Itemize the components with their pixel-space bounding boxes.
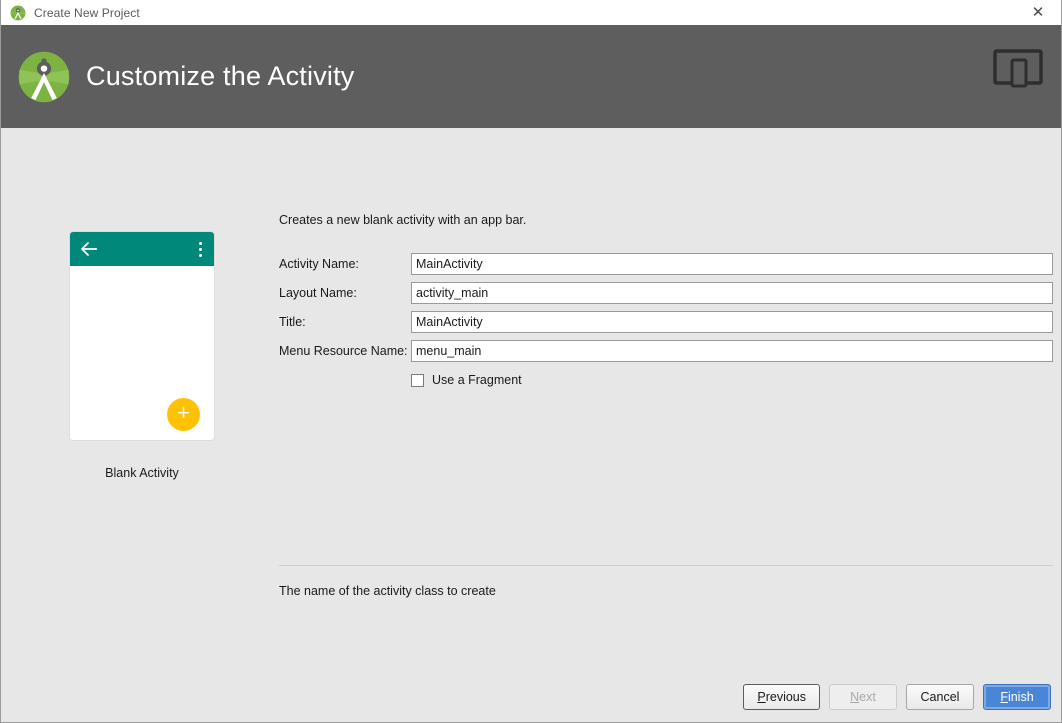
- next-mnemonic: N: [850, 690, 859, 704]
- android-studio-logo: [17, 50, 71, 104]
- previous-button[interactable]: Previous: [743, 684, 820, 710]
- layout-name-input[interactable]: [411, 282, 1053, 304]
- next-label-rest: ext: [859, 690, 876, 704]
- activity-template-label: Blank Activity: [70, 466, 214, 480]
- page-title: Customize the Activity: [86, 61, 355, 92]
- preview-appbar: [70, 232, 214, 266]
- use-fragment-label: Use a Fragment: [432, 373, 522, 387]
- plus-icon: +: [167, 398, 200, 431]
- finish-button[interactable]: Finish: [983, 684, 1051, 710]
- field-row-menu-resource-name: Menu Resource Name:: [279, 340, 1053, 362]
- activity-preview-card: +: [70, 232, 214, 440]
- fab-glyph: +: [176, 405, 190, 422]
- activity-name-label: Activity Name:: [279, 257, 411, 271]
- title-label: Title:: [279, 315, 411, 329]
- dialog-header: Customize the Activity: [1, 25, 1061, 128]
- window-titlebar: Create New Project ✕: [1, 0, 1061, 25]
- overflow-menu-icon: [199, 242, 203, 258]
- use-fragment-row[interactable]: Use a Fragment: [279, 369, 1053, 391]
- activity-name-input[interactable]: [411, 253, 1053, 275]
- create-new-project-dialog: Create New Project ✕ Customize the Activ…: [0, 0, 1062, 723]
- help-text: The name of the activity class to create: [279, 584, 496, 598]
- menu-resource-name-label: Menu Resource Name:: [279, 344, 411, 358]
- cancel-button[interactable]: Cancel: [906, 684, 974, 710]
- back-arrow-icon: [80, 241, 98, 257]
- previous-mnemonic: P: [757, 690, 765, 704]
- finish-label-rest: inish: [1008, 690, 1034, 704]
- close-icon[interactable]: ✕: [1015, 0, 1061, 25]
- field-row-title: Title:: [279, 311, 1053, 333]
- layout-name-label: Layout Name:: [279, 286, 411, 300]
- field-row-layout-name: Layout Name:: [279, 282, 1053, 304]
- next-button[interactable]: Next: [829, 684, 897, 710]
- activity-config-form: Activity Name: Layout Name: Title: Menu …: [279, 253, 1053, 391]
- window-title: Create New Project: [34, 6, 140, 20]
- previous-label-rest: revious: [766, 690, 806, 704]
- tablet-device-icon: [993, 47, 1043, 89]
- template-description: Creates a new blank activity with an app…: [279, 213, 526, 227]
- field-row-activity-name: Activity Name:: [279, 253, 1053, 275]
- android-studio-icon: [10, 5, 26, 21]
- cancel-label: Cancel: [921, 690, 960, 704]
- title-input[interactable]: [411, 311, 1053, 333]
- finish-mnemonic: F: [1000, 690, 1008, 704]
- help-separator: [279, 565, 1053, 566]
- dialog-footer: Previous Next Cancel Finish: [743, 684, 1051, 710]
- activity-template-preview[interactable]: + Blank Activity: [70, 232, 214, 480]
- menu-resource-name-input[interactable]: [411, 340, 1053, 362]
- use-fragment-checkbox[interactable]: [411, 374, 424, 387]
- dialog-body: + Blank Activity Creates a new blank act…: [1, 128, 1061, 722]
